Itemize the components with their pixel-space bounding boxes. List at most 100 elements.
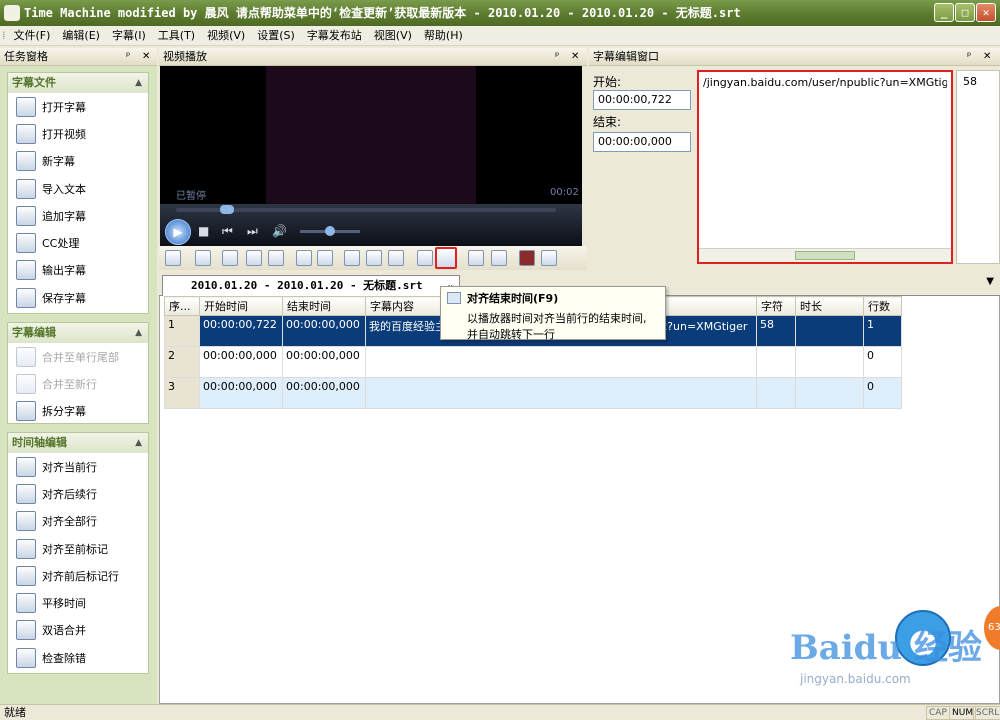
volume-icon[interactable]: 🔊	[272, 224, 287, 238]
bilingual-icon	[16, 620, 36, 641]
next-icon[interactable]: ⏭	[247, 224, 258, 239]
mark-end-icon[interactable]	[317, 250, 333, 266]
close-icon[interactable]: ✕	[142, 48, 150, 65]
pin-icon[interactable]: ᵖ	[126, 48, 130, 65]
mark-start-icon[interactable]	[296, 250, 312, 266]
maximize-button[interactable]: □	[955, 3, 975, 22]
row-duration	[795, 377, 864, 409]
menu-settings[interactable]: 设置(S)	[251, 26, 301, 46]
video-screen[interactable]	[160, 66, 582, 204]
check-icon	[16, 647, 36, 668]
align-following-icon	[16, 483, 36, 504]
col-start-time[interactable]: 开始时间	[199, 296, 283, 316]
menu-subtitle[interactable]: 字幕(I)	[106, 26, 152, 46]
time-in-icon[interactable]	[468, 250, 484, 266]
open-subtitle-item[interactable]: 打开字幕	[8, 93, 148, 120]
row-start[interactable]: 00:00:00,000	[199, 377, 283, 409]
export-subtitle-item[interactable]: 输出字幕	[8, 257, 148, 284]
fast-forward-icon[interactable]	[268, 250, 284, 266]
collapse-icon[interactable]: ▲	[135, 323, 142, 343]
align-all-item[interactable]: 对齐全部行	[8, 508, 148, 535]
row-end[interactable]: 00:00:00,000	[282, 346, 366, 378]
cc-process-item[interactable]: CC处理	[8, 229, 148, 256]
rewind-icon[interactable]	[195, 250, 211, 266]
close-button[interactable]: ✕	[976, 3, 996, 22]
scroll-thumb[interactable]	[795, 251, 855, 260]
import-text-item[interactable]: 导入文本	[8, 175, 148, 202]
insert-line-icon[interactable]	[388, 250, 404, 266]
save-subtitle-item[interactable]: 保存字幕	[8, 284, 148, 311]
open-media-icon[interactable]	[165, 250, 181, 266]
next-line-icon[interactable]	[366, 250, 382, 266]
append-subtitle-icon	[16, 205, 36, 226]
align-between-markers-item[interactable]: 对齐前后标记行	[8, 562, 148, 589]
status-bar: 就绪 CAP NUM SCRL	[0, 704, 1000, 720]
collapse-icon[interactable]: ▲	[135, 433, 142, 453]
table-row[interactable]: 2 00:00:00,000 00:00:00,000 0	[164, 346, 902, 378]
menu-grip: ⁞	[2, 29, 6, 42]
check-errors-item[interactable]: 检查除错	[8, 644, 148, 671]
end-time-field[interactable]: 00:00:00,000	[593, 132, 691, 152]
row-start[interactable]: 00:00:00,722	[199, 315, 283, 347]
col-lines[interactable]: 行数	[863, 296, 902, 316]
new-subtitle-item[interactable]: 新字幕	[8, 148, 148, 175]
menu-tools[interactable]: 工具(T)	[152, 26, 201, 46]
record-icon[interactable]	[519, 250, 535, 266]
align-prev-marker-item[interactable]: 对齐至前标记	[8, 535, 148, 562]
menu-edit[interactable]: 编辑(E)	[56, 26, 106, 46]
row-end[interactable]: 00:00:00,000	[282, 315, 366, 347]
close-icon[interactable]: ✕	[571, 48, 579, 65]
group-header[interactable]: 字幕编辑 ▲	[8, 323, 148, 343]
menu-video[interactable]: 视频(V)	[201, 26, 251, 46]
open-video-item[interactable]: 打开视频	[8, 120, 148, 147]
menu-help[interactable]: 帮助(H)	[418, 26, 469, 46]
row-end[interactable]: 00:00:00,000	[282, 377, 366, 409]
align-current-item[interactable]: 对齐当前行	[8, 453, 148, 480]
split-subtitle-item[interactable]: 拆分字幕	[8, 398, 148, 425]
status-text: 就绪	[4, 706, 26, 719]
tab-dropdown-icon[interactable]: ▼	[986, 276, 994, 287]
pin-icon[interactable]: ᵖ	[967, 48, 971, 65]
col-end-time[interactable]: 结束时间	[282, 296, 366, 316]
seek-handle[interactable]	[220, 205, 234, 214]
shift-time-icon	[16, 593, 36, 614]
fast-rewind-icon[interactable]	[246, 250, 262, 266]
menu-view[interactable]: 视图(V)	[368, 26, 418, 46]
align-following-item[interactable]: 对齐后续行	[8, 480, 148, 507]
menu-publish-site[interactable]: 字幕发布站	[301, 26, 368, 46]
no-loop-icon[interactable]	[541, 250, 557, 266]
col-chars[interactable]: 字符	[756, 296, 796, 316]
task-pane: 任务窗格 ᵖ ✕ 字幕文件 ▲ 打开字幕 打开视频 新字幕 导入文本 追加字幕 C…	[0, 48, 157, 704]
row-start[interactable]: 00:00:00,000	[199, 346, 283, 378]
align-end-time-button[interactable]	[435, 247, 457, 269]
play-button[interactable]: ▶	[165, 219, 191, 245]
table-row[interactable]: 3 00:00:00,000 00:00:00,000 0	[164, 377, 902, 409]
volume-handle[interactable]	[325, 226, 335, 236]
step-forward-icon[interactable]	[222, 250, 238, 266]
shift-time-item[interactable]: 平移时间	[8, 589, 148, 616]
previous-icon[interactable]: ⏮	[222, 224, 233, 239]
prev-line-icon[interactable]	[344, 250, 360, 266]
bilingual-merge-item[interactable]: 双语合并	[8, 617, 148, 644]
start-time-field[interactable]: 00:00:00,722	[593, 90, 691, 110]
group-header[interactable]: 字幕文件 ▲	[8, 73, 148, 93]
close-icon[interactable]: ✕	[983, 48, 991, 65]
pin-icon[interactable]: ᵖ	[555, 48, 559, 65]
horizontal-scrollbar[interactable]	[699, 248, 951, 262]
file-tab[interactable]: 2010.01.20 - 2010.01.20 - 无标题.srt ⌄	[162, 275, 460, 296]
align-marker-icon	[16, 538, 36, 559]
collapse-icon[interactable]: ▲	[135, 73, 142, 93]
menu-file[interactable]: 文件(F)	[8, 26, 57, 46]
import-text-icon	[16, 178, 36, 199]
col-index[interactable]: 序...	[164, 296, 200, 316]
subtitle-text-area[interactable]: /jingyan.baidu.com/user/npublic?un=XMGti…	[697, 70, 953, 264]
time-out-icon[interactable]	[491, 250, 507, 266]
stop-icon[interactable]: ■	[198, 224, 209, 238]
group-header[interactable]: 时间轴编辑 ▲	[8, 433, 148, 453]
row-text[interactable]	[365, 377, 757, 409]
col-duration[interactable]: 时长	[795, 296, 864, 316]
align-start-time-icon[interactable]	[417, 250, 433, 266]
append-subtitle-item[interactable]: 追加字幕	[8, 202, 148, 229]
minimize-button[interactable]: _	[934, 3, 954, 22]
row-text[interactable]	[365, 346, 757, 378]
